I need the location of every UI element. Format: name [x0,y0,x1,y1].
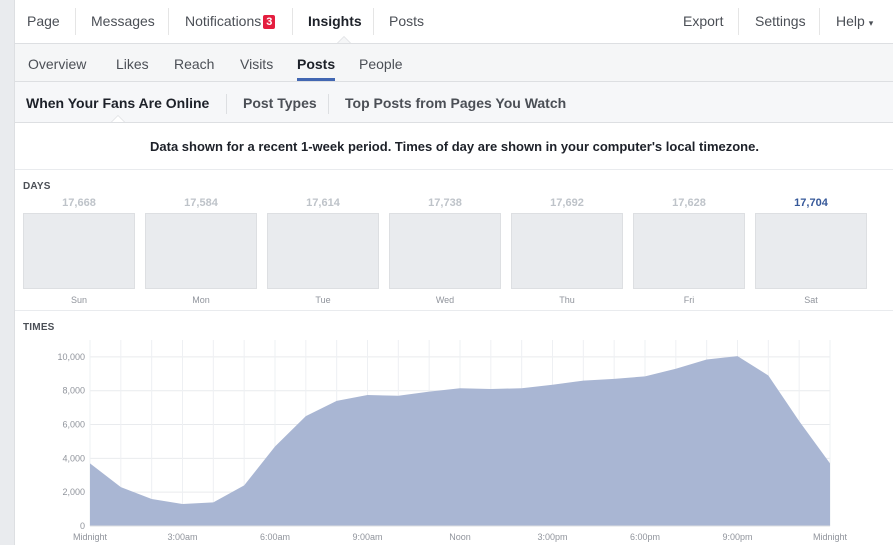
day-name: Fri [683,295,695,305]
active-tab-arrow [337,36,351,43]
x-tick-label: 3:00pm [537,532,567,542]
subnav-posts[interactable]: Posts [297,44,336,81]
x-tick-label: 9:00am [352,532,382,542]
subnav-overview[interactable]: Overview [28,44,86,81]
day-name: Sat [804,295,818,305]
x-tick-label: 3:00am [167,532,197,542]
days-label: DAYS [23,181,51,192]
day-bar [389,213,501,289]
nav-separator [738,8,739,35]
y-tick-label: 2,000 [62,487,85,497]
tab-post-types[interactable]: Post Types [243,82,317,122]
tab-top-posts[interactable]: Top Posts from Pages You Watch [345,82,566,122]
day-bar [23,213,135,289]
nav-help[interactable]: Help ▾ [836,0,873,43]
day-column-fri[interactable]: 17,628 Fri [633,195,745,309]
y-tick-label: 0 [80,521,85,531]
day-bar [755,213,867,289]
x-tick-label: 6:00pm [630,532,660,542]
nav-separator [819,8,820,35]
page-container: Page Messages Notifications 3 Insights Po… [14,0,893,545]
nav-separator [168,8,169,35]
tab-separator [226,94,227,114]
day-value: 17,628 [672,197,706,209]
tab-separator [328,94,329,114]
x-tick-label: Midnight [813,532,848,542]
subnav-visits[interactable]: Visits [240,44,273,81]
nav-posts[interactable]: Posts [389,0,424,43]
nav-settings[interactable]: Settings [755,0,806,43]
nav-notifications[interactable]: Notifications 3 [185,0,276,43]
times-area-chart: 0 2,000 4,000 6,000 8,000 10,000 Midnight 3:00a… [57,340,848,542]
insights-sub-nav: Overview Likes Reach Visits Posts People [15,44,893,82]
nav-messages[interactable]: Messages [91,0,155,43]
day-column-thu[interactable]: 17,692 Thu [511,195,623,309]
day-column-mon[interactable]: 17,584 Mon [145,195,257,309]
subnav-reach[interactable]: Reach [174,44,214,81]
day-bar [145,213,257,289]
nav-export[interactable]: Export [683,0,723,43]
day-column-wed[interactable]: 17,738 Wed [389,195,501,309]
day-value: 17,584 [184,197,218,209]
x-tick-label: 9:00pm [722,532,752,542]
times-label: TIMES [23,322,55,333]
day-column-tue[interactable]: 17,614 Tue [267,195,379,309]
top-nav: Page Messages Notifications 3 Insights Po… [15,0,893,44]
day-name: Sun [70,295,87,305]
day-column-sat[interactable]: 17,704 Sat [755,195,867,309]
day-value: 17,704 [794,197,828,209]
day-bar [511,213,623,289]
posts-section-tabs: When Your Fans Are Online Post Types Top… [15,82,893,123]
subnav-people[interactable]: People [359,44,403,81]
section-divider [15,310,893,311]
day-value: 17,738 [428,197,462,209]
y-tick-label: 8,000 [62,386,85,396]
nav-help-label: Help [836,13,865,29]
day-value: 17,692 [550,197,584,209]
nav-notifications-label: Notifications [185,13,262,29]
day-name: Tue [315,295,331,305]
y-tick-label: 6,000 [62,420,85,430]
day-column-sun[interactable]: 17,668 Sun [23,195,135,309]
notifications-badge: 3 [263,15,276,29]
nav-separator [373,8,374,35]
day-value: 17,614 [306,197,340,209]
nav-insights[interactable]: Insights [308,0,362,43]
subnav-likes[interactable]: Likes [116,44,149,81]
day-name: Mon [192,295,210,305]
day-name: Wed [435,295,455,305]
day-name: Thu [559,295,575,305]
y-tick-label: 4,000 [62,453,85,463]
x-tick-label: 6:00am [260,532,290,542]
day-bar [633,213,745,289]
y-tick-label: 10,000 [57,352,85,362]
day-bar [267,213,379,289]
nav-separator [75,8,76,35]
nav-page[interactable]: Page [27,0,60,43]
chevron-down-icon: ▾ [868,18,874,28]
active-section-arrow [111,115,125,122]
info-text: Data shown for a recent 1-week period. T… [15,123,893,170]
day-value: 17,668 [62,197,96,209]
x-tick-label: Midnight [73,532,108,542]
x-tick-label: Noon [449,532,471,542]
nav-separator [292,8,293,35]
